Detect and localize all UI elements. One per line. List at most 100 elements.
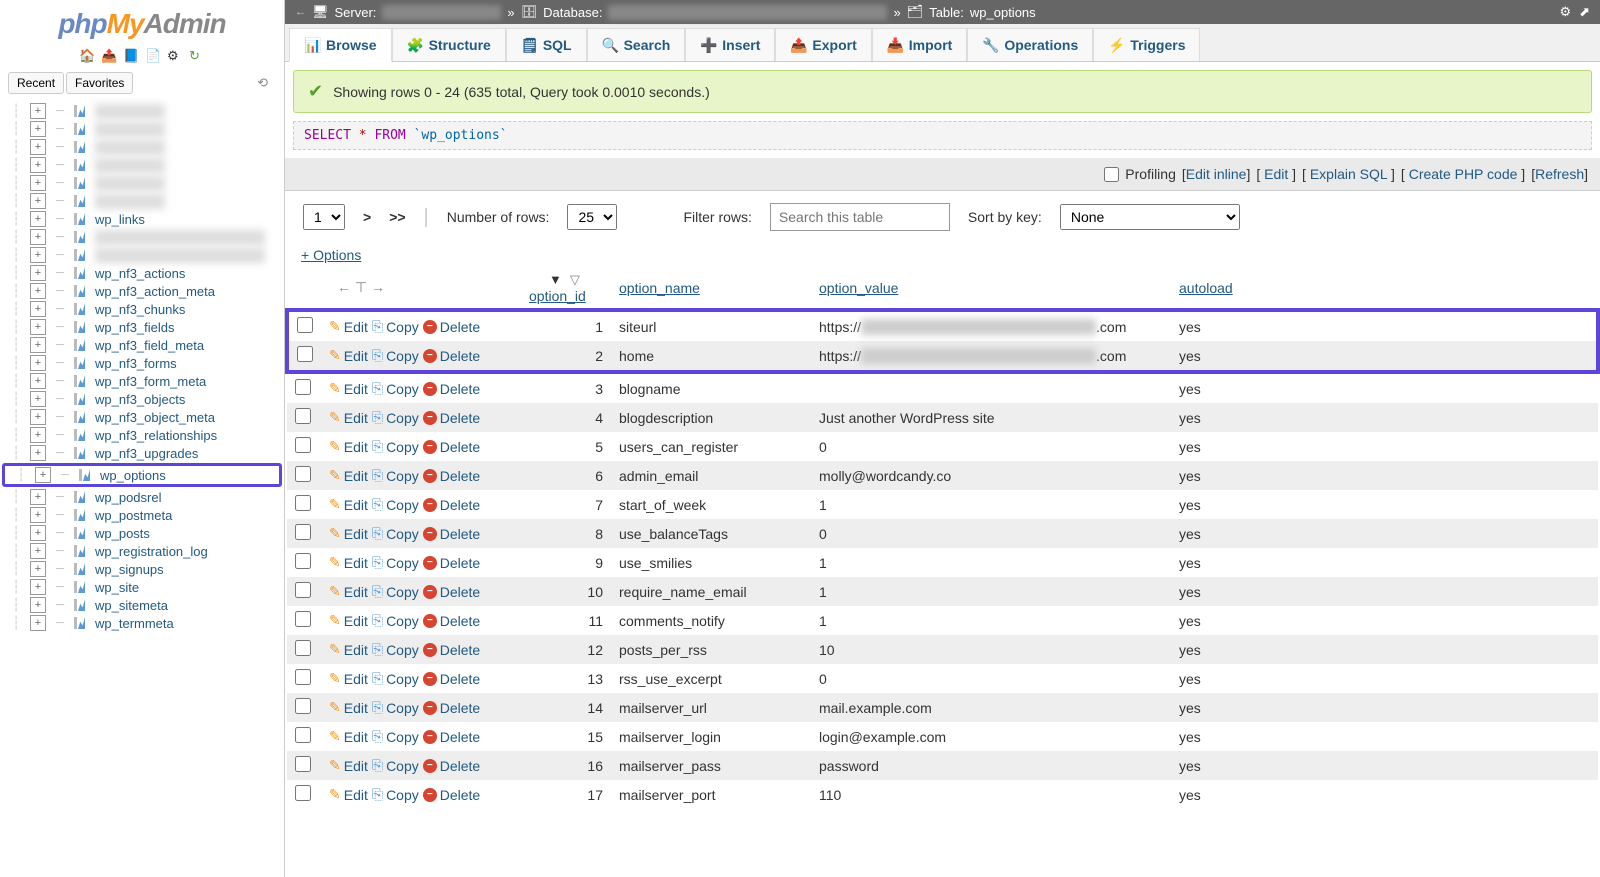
tree-item[interactable]: ┆+─xxxxx bbox=[0, 246, 284, 264]
edit-link[interactable]: ✎ Edit bbox=[329, 467, 368, 484]
php-code-link[interactable]: Create PHP code bbox=[1409, 166, 1518, 182]
expand-icon[interactable]: + bbox=[30, 247, 46, 263]
copy-link[interactable]: ⎘ Copy bbox=[372, 786, 419, 803]
edit-link[interactable]: ✎ Edit bbox=[329, 438, 368, 455]
tab-import[interactable]: 📥Import bbox=[872, 28, 968, 61]
edit-link[interactable]: ✎ Edit bbox=[329, 612, 368, 629]
row-move-arrows[interactable]: ← ⊤ → bbox=[329, 277, 513, 298]
reload-icon[interactable]: ↻ bbox=[189, 48, 205, 64]
expand-icon[interactable]: + bbox=[30, 337, 46, 353]
tree-item[interactable]: ┆+─wp_nf3_forms bbox=[0, 354, 284, 372]
expand-icon[interactable]: + bbox=[30, 409, 46, 425]
delete-link[interactable]: − Delete bbox=[423, 671, 480, 687]
row-checkbox[interactable] bbox=[295, 553, 311, 569]
tree-item[interactable]: ┆+─wp_nf3_form_meta bbox=[0, 372, 284, 390]
docs-icon[interactable]: 📘 bbox=[123, 48, 139, 64]
tab-operations[interactable]: 🔧Operations bbox=[967, 28, 1093, 61]
copy-link[interactable]: ⎘ Copy bbox=[372, 757, 419, 774]
expand-icon[interactable]: + bbox=[30, 561, 46, 577]
nav-back-icon[interactable]: ← bbox=[295, 6, 306, 18]
delete-link[interactable]: − Delete bbox=[423, 787, 480, 803]
tree-item[interactable]: ┆+─wp_nf3_relationships bbox=[0, 426, 284, 444]
explain-link[interactable]: Explain SQL bbox=[1310, 166, 1387, 182]
expand-icon[interactable]: + bbox=[30, 193, 46, 209]
expand-icon[interactable]: + bbox=[30, 265, 46, 281]
expand-icon[interactable]: + bbox=[30, 579, 46, 595]
expand-icon[interactable]: + bbox=[30, 211, 46, 227]
bc-table-value[interactable]: wp_options bbox=[970, 5, 1036, 20]
expand-icon[interactable]: + bbox=[30, 301, 46, 317]
filter-input[interactable] bbox=[770, 203, 950, 231]
copy-link[interactable]: ⎘ Copy bbox=[372, 318, 419, 335]
home-icon[interactable]: 🏠 bbox=[79, 48, 95, 64]
expand-icon[interactable]: + bbox=[30, 103, 46, 119]
tree-item[interactable]: ┆+─wp_options bbox=[2, 463, 282, 487]
exit-icon[interactable]: ⬈ bbox=[1579, 4, 1590, 20]
copy-link[interactable]: ⎘ Copy bbox=[372, 554, 419, 571]
tree-item[interactable]: ┆+─wp_nf3_field_meta bbox=[0, 336, 284, 354]
tree-item[interactable]: ┆+─wp_nf3_actions bbox=[0, 264, 284, 282]
edit-link[interactable]: ✎ Edit bbox=[329, 728, 368, 745]
row-checkbox[interactable] bbox=[295, 785, 311, 801]
col-option-name[interactable]: option_name bbox=[619, 280, 700, 296]
copy-link[interactable]: ⎘ Copy bbox=[372, 438, 419, 455]
edit-link[interactable]: ✎ Edit bbox=[329, 380, 368, 397]
sort-indicator[interactable]: ▼▽ bbox=[549, 272, 580, 288]
delete-link[interactable]: − Delete bbox=[423, 729, 480, 745]
logo[interactable]: phpMyAdmin bbox=[0, 0, 284, 44]
tab-browse[interactable]: 📊Browse bbox=[289, 28, 392, 62]
row-checkbox[interactable] bbox=[295, 698, 311, 714]
tree-item[interactable]: ┆+─wp_nf3_objects bbox=[0, 390, 284, 408]
row-checkbox[interactable] bbox=[297, 346, 313, 362]
tree-item[interactable]: ┆+─wp_termmeta bbox=[0, 614, 284, 632]
delete-link[interactable]: − Delete bbox=[423, 584, 480, 600]
tree-item[interactable]: ┆+─wp_sitemeta bbox=[0, 596, 284, 614]
tree-item[interactable]: ┆+─wp_nf3_fields bbox=[0, 318, 284, 336]
copy-link[interactable]: ⎘ Copy bbox=[372, 612, 419, 629]
row-checkbox[interactable] bbox=[295, 669, 311, 685]
expand-icon[interactable]: + bbox=[30, 507, 46, 523]
copy-link[interactable]: ⎘ Copy bbox=[372, 728, 419, 745]
tree-item[interactable]: ┆+─wp_links bbox=[0, 210, 284, 228]
delete-link[interactable]: − Delete bbox=[423, 348, 480, 364]
delete-link[interactable]: − Delete bbox=[423, 410, 480, 426]
tab-triggers[interactable]: ⚡Triggers bbox=[1093, 28, 1200, 61]
col-option-id[interactable]: option_id bbox=[529, 288, 586, 304]
tree-item[interactable]: ┆+─wp_nf3_chunks bbox=[0, 300, 284, 318]
copy-link[interactable]: ⎘ Copy bbox=[372, 525, 419, 542]
edit-link[interactable]: ✎ Edit bbox=[329, 786, 368, 803]
copy-link[interactable]: ⎘ Copy bbox=[372, 641, 419, 658]
expand-icon[interactable]: + bbox=[30, 121, 46, 137]
edit-link[interactable]: ✎ Edit bbox=[329, 318, 368, 335]
row-checkbox[interactable] bbox=[295, 437, 311, 453]
col-option-value[interactable]: option_value bbox=[819, 280, 898, 296]
expand-icon[interactable]: + bbox=[30, 319, 46, 335]
next-page-button[interactable]: > bbox=[363, 209, 371, 225]
edit-link[interactable]: ✎ Edit bbox=[329, 347, 368, 364]
row-checkbox[interactable] bbox=[295, 727, 311, 743]
tree-item[interactable]: ┆+─wp_signups bbox=[0, 560, 284, 578]
row-checkbox[interactable] bbox=[295, 466, 311, 482]
copy-link[interactable]: ⎘ Copy bbox=[372, 583, 419, 600]
tree-item[interactable]: ┆+─wp_nf3_action_meta bbox=[0, 282, 284, 300]
copy-link[interactable]: ⎘ Copy bbox=[372, 496, 419, 513]
tree-item[interactable]: ┆+─xxxxx bbox=[0, 192, 284, 210]
edit-link[interactable]: ✎ Edit bbox=[329, 496, 368, 513]
tab-structure[interactable]: 🧩Structure bbox=[392, 28, 506, 61]
settings-icon[interactable]: ⚙ bbox=[167, 48, 183, 64]
tree-item[interactable]: ┆+─wp_nf3_upgrades bbox=[0, 444, 284, 462]
delete-link[interactable]: − Delete bbox=[423, 497, 480, 513]
page-select[interactable]: 1 bbox=[303, 204, 345, 230]
gear-icon[interactable]: ⚙ bbox=[1559, 4, 1571, 20]
profiling-checkbox[interactable] bbox=[1104, 167, 1119, 182]
row-checkbox[interactable] bbox=[295, 582, 311, 598]
rows-select[interactable]: 25 bbox=[567, 204, 617, 230]
copy-link[interactable]: ⎘ Copy bbox=[372, 409, 419, 426]
tab-insert[interactable]: ➕Insert bbox=[685, 28, 775, 61]
tree-item[interactable]: ┆+─xxxxx bbox=[0, 102, 284, 120]
edit-link[interactable]: ✎ Edit bbox=[329, 641, 368, 658]
row-checkbox[interactable] bbox=[295, 495, 311, 511]
delete-link[interactable]: − Delete bbox=[423, 758, 480, 774]
expand-icon[interactable]: + bbox=[30, 139, 46, 155]
delete-link[interactable]: − Delete bbox=[423, 700, 480, 716]
